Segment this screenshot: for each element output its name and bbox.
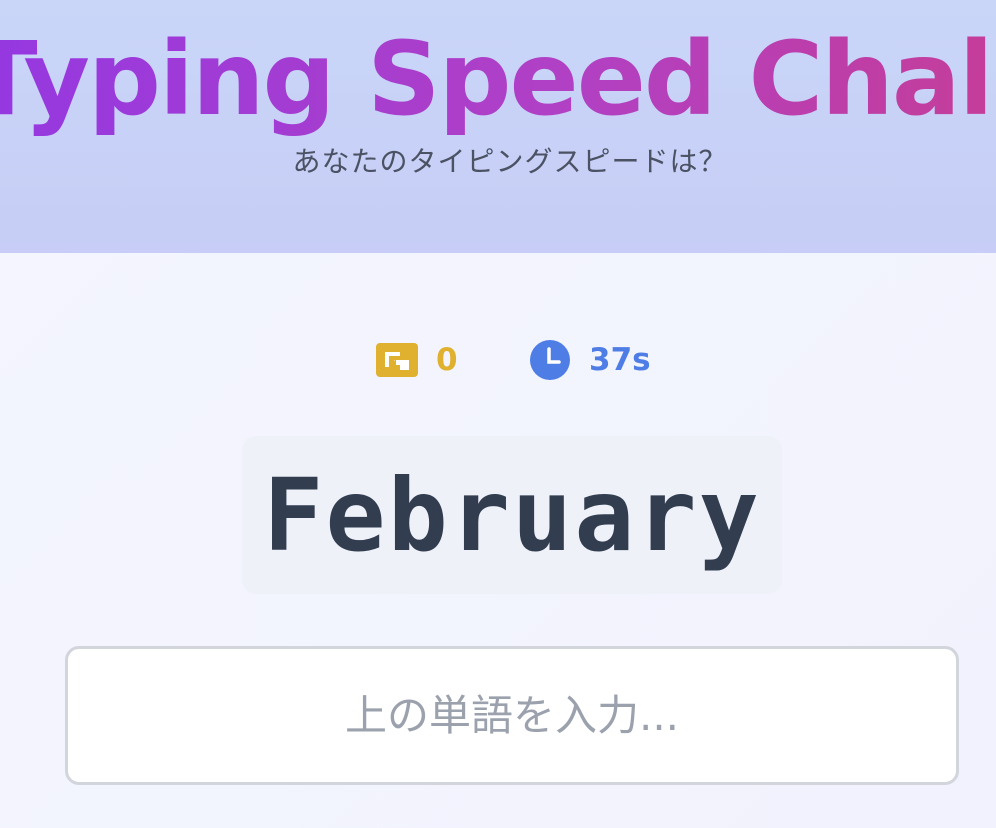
score-stat: 0: [376, 336, 458, 384]
trophy-icon: [376, 339, 418, 381]
word-card: February: [242, 436, 782, 594]
timer-value: 37s: [589, 342, 651, 378]
page-title: Typing Speed Challenge: [0, 20, 996, 140]
target-word: February: [263, 456, 761, 574]
clock-icon: [529, 339, 571, 381]
header: Typing Speed Challenge あなたのタイピングスピードは？: [0, 0, 996, 253]
score-value: 0: [436, 342, 458, 378]
page-subtitle: あなたのタイピングスピードは？: [292, 145, 728, 178]
typing-input[interactable]: [65, 646, 959, 785]
timer-stat: 37s: [529, 336, 651, 384]
